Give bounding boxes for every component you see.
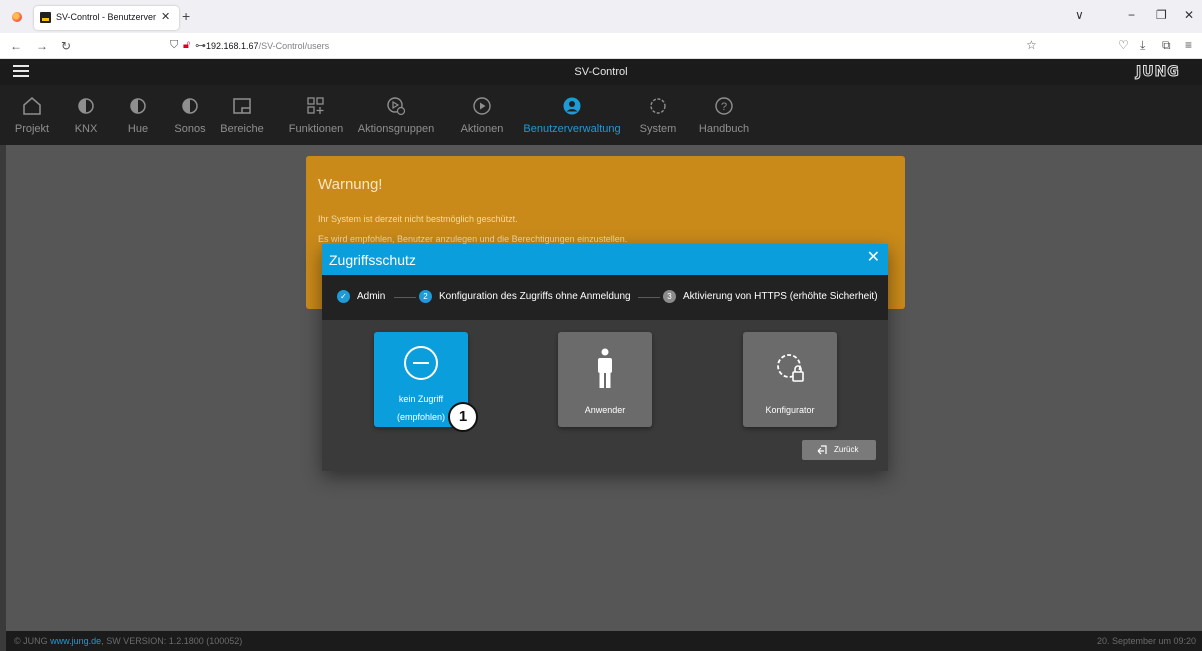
window-close-button[interactable]: ✕ bbox=[1184, 8, 1194, 22]
copyright: © JUNG bbox=[14, 636, 48, 646]
footer: © JUNG www.jung.de, SW VERSION: 1.2.1800… bbox=[6, 631, 1202, 651]
step-connector bbox=[638, 297, 660, 298]
nav-label: Aktionsgruppen bbox=[357, 123, 435, 135]
gear-lock-icon bbox=[777, 354, 804, 382]
step-number: 2 bbox=[419, 290, 432, 303]
favicon-icon bbox=[40, 12, 51, 23]
option-configurator[interactable]: Konfigurator bbox=[743, 332, 837, 427]
half-circle-icon bbox=[78, 98, 94, 114]
wizard-stepper: ✓ Admin 2 Konfiguration des Zugriffs ohn… bbox=[322, 275, 888, 320]
browser-tab[interactable]: SV-Control - Benutzerverwaltun ✕ bbox=[34, 6, 179, 30]
option-label: kein Zugriff bbox=[398, 394, 444, 404]
half-circle-icon bbox=[182, 98, 198, 114]
step-connector bbox=[394, 297, 416, 298]
house-icon bbox=[23, 97, 41, 115]
url-bar[interactable]: 192.168.1.67/SV-Control/users bbox=[206, 41, 329, 51]
step-label: Admin bbox=[357, 291, 386, 302]
nav-knx[interactable]: KNX bbox=[66, 93, 106, 143]
gear-icon bbox=[650, 98, 666, 114]
step-label: Konfiguration des Zugriffs ohne Anmeldun… bbox=[439, 291, 631, 302]
nav-label: Hue bbox=[127, 123, 149, 135]
nav-aktionsgruppen[interactable]: Aktionsgruppen bbox=[349, 93, 443, 143]
nav-label: Handbuch bbox=[698, 123, 750, 135]
return-arrow-icon bbox=[817, 445, 827, 455]
check-icon: ✓ bbox=[337, 290, 350, 303]
screen: SV-Control - Benutzerverwaltun ✕ + ∨ − ❐… bbox=[0, 0, 1202, 651]
app-header: SV-Control JUNG bbox=[0, 59, 1202, 85]
play-group-icon bbox=[387, 97, 406, 116]
grid-plus-icon bbox=[307, 97, 324, 114]
nav-label: Bereiche bbox=[220, 123, 264, 135]
menu-icon[interactable]: ≡ bbox=[1185, 38, 1192, 52]
close-icon[interactable]: ✕ bbox=[867, 250, 880, 266]
sw-version: , SW VERSION: 1.2.1800 (100052) bbox=[101, 636, 243, 646]
nav-handbuch[interactable]: ? Handbuch bbox=[696, 93, 752, 143]
footer-link[interactable]: www.jung.de bbox=[50, 636, 101, 646]
minimize-button[interactable]: − bbox=[1128, 8, 1135, 22]
nav-aktionen[interactable]: Aktionen bbox=[455, 93, 509, 143]
shield-icon[interactable]: ⛉ bbox=[170, 39, 178, 52]
person-icon bbox=[598, 348, 612, 388]
back-arrow-icon[interactable]: ← bbox=[10, 39, 22, 53]
warning-text-line2: Es wird empfohlen, Benutzer anzulegen un… bbox=[318, 234, 628, 244]
nav-bereiche[interactable]: Bereiche bbox=[214, 93, 270, 143]
warning-title: Warnung! bbox=[318, 176, 383, 193]
dialog-header: Zugriffsschutz ✕ bbox=[322, 244, 888, 275]
nav-label: Funktionen bbox=[288, 123, 344, 135]
nav-benutzerverwaltung[interactable]: Benutzerverwaltung bbox=[519, 93, 625, 143]
firefox-icon bbox=[12, 12, 22, 22]
nav-sonos[interactable]: Sonos bbox=[168, 93, 212, 143]
user-circle-icon bbox=[563, 97, 581, 115]
back-button[interactable]: Zurück bbox=[802, 440, 876, 460]
access-protection-dialog: Zugriffsschutz ✕ ✓ Admin 2 Konfiguration… bbox=[322, 244, 888, 471]
minus-circle-icon bbox=[404, 346, 438, 380]
svg-text:?: ? bbox=[721, 101, 727, 113]
new-tab-button[interactable]: + bbox=[182, 8, 190, 24]
maximize-button[interactable]: ❐ bbox=[1156, 8, 1167, 22]
tab-list-button[interactable]: ∨ bbox=[1075, 8, 1084, 22]
nav-funktionen[interactable]: Funktionen bbox=[286, 93, 346, 143]
tab-close-icon[interactable]: ✕ bbox=[161, 10, 170, 23]
nav-label: Aktionen bbox=[460, 123, 504, 135]
nav-label: Benutzerverwaltung bbox=[523, 123, 621, 135]
step-label: Aktivierung von HTTPS (erhöhte Sicherhei… bbox=[683, 291, 878, 302]
bookmark-star-icon[interactable]: ☆ bbox=[1026, 38, 1037, 52]
forward-arrow-icon[interactable]: → bbox=[36, 39, 48, 53]
url-path: /SV-Control/users bbox=[258, 41, 330, 51]
back-label: Zurück bbox=[834, 445, 859, 454]
option-user[interactable]: Anwender bbox=[558, 332, 652, 427]
insecure-lock-icon[interactable]: 🔓︎ bbox=[183, 39, 190, 52]
option-label: Anwender bbox=[584, 405, 626, 415]
tab-title: SV-Control - Benutzerverwaltun bbox=[56, 12, 156, 22]
option-label: Konfigurator bbox=[765, 405, 815, 415]
footer-info: © JUNG www.jung.de, SW VERSION: 1.2.1800… bbox=[14, 636, 242, 646]
step-number: 3 bbox=[663, 290, 676, 303]
footer-date: 20. September um 09:20 bbox=[1096, 636, 1196, 646]
nav-projekt[interactable]: Projekt bbox=[10, 93, 54, 143]
nav-label: Sonos bbox=[174, 123, 206, 135]
nav-label: Projekt bbox=[14, 123, 50, 135]
half-circle-icon bbox=[130, 98, 146, 114]
warning-text-line1: Ihr System ist derzeit nicht bestmöglich… bbox=[318, 214, 518, 224]
nav-label: KNX bbox=[74, 123, 98, 135]
help-icon: ? bbox=[715, 97, 733, 115]
main-navigation: Projekt KNX Hue Sonos Bereiche Funktione… bbox=[0, 85, 1202, 145]
browser-toolbar: ← → ↻ ⛉ 🔓︎ ⊶ 192.168.1.67/SV-Control/use… bbox=[0, 33, 1202, 59]
app-title: SV-Control bbox=[574, 66, 628, 78]
callout-marker: 1 bbox=[448, 402, 478, 432]
downloads-icon[interactable]: ⤓ bbox=[1140, 38, 1145, 53]
nav-hue[interactable]: Hue bbox=[118, 93, 158, 143]
pocket-icon[interactable]: ♡ bbox=[1118, 38, 1129, 52]
browser-tab-strip: SV-Control - Benutzerverwaltun ✕ + ∨ − ❐… bbox=[0, 0, 1202, 33]
nav-system[interactable]: System bbox=[636, 93, 680, 143]
play-circle-icon bbox=[473, 97, 491, 115]
reload-icon[interactable]: ↻ bbox=[61, 39, 71, 53]
nav-label: System bbox=[639, 123, 677, 135]
dialog-title: Zugriffsschutz bbox=[329, 252, 416, 268]
url-host: 192.168.1.67 bbox=[206, 41, 259, 51]
jung-logo: JUNG bbox=[1136, 64, 1180, 81]
extensions-icon[interactable]: ⧉ bbox=[1162, 38, 1171, 53]
area-icon bbox=[233, 98, 251, 114]
permissions-icon[interactable]: ⊶ bbox=[195, 39, 206, 52]
